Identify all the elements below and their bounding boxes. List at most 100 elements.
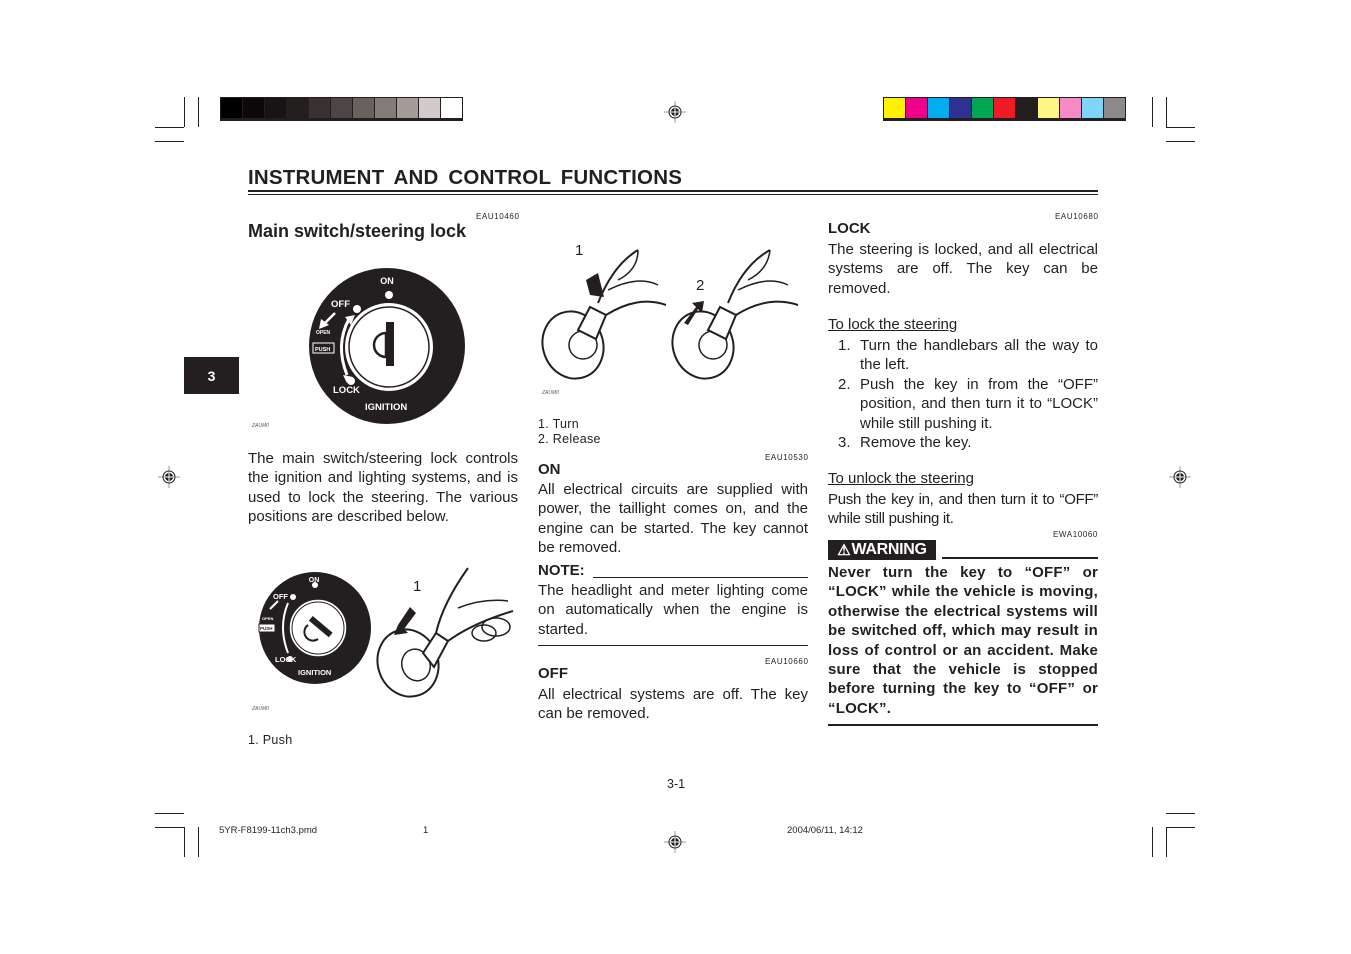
section-code: EAU10460 <box>476 212 520 221</box>
color-swatch <box>906 98 927 118</box>
warning-label: WARNING <box>851 541 927 558</box>
figure-caption: 1. Turn <box>538 417 580 431</box>
crop-mark <box>1166 141 1195 142</box>
crop-mark <box>155 127 184 128</box>
on-heading: ON <box>538 461 561 478</box>
list-item: 1. Turn the handlebars all the way to the… <box>828 336 1098 375</box>
warning-triangle-icon: ⚠ <box>837 542 851 559</box>
section-code: EWA10060 <box>1053 530 1098 539</box>
color-swatch <box>928 98 949 118</box>
crop-mark <box>1166 127 1195 128</box>
note-paragraph: The headlight and meter lighting come on… <box>538 582 808 638</box>
callout-number: 2 <box>696 277 704 294</box>
intro-paragraph: The main switch/steering lock controls t… <box>248 450 518 526</box>
step-number: 1. <box>838 337 851 354</box>
crop-mark <box>184 827 185 857</box>
step-text: Turn the handlebars all the way to the l… <box>860 337 1098 374</box>
lock-heading: LOCK <box>828 220 871 237</box>
section-heading: Main switch/steering lock <box>248 221 467 241</box>
to-lock-title: To lock the steering <box>828 316 958 333</box>
label-on: ON <box>309 577 320 584</box>
registration-target-icon <box>1169 466 1191 488</box>
label-off: OFF <box>331 299 350 310</box>
note-rule <box>593 577 808 578</box>
section-code: EAU10660 <box>765 657 809 666</box>
crop-mark <box>155 827 184 828</box>
color-swatch <box>1104 98 1125 118</box>
grayscale-swatch <box>243 98 264 118</box>
crop-mark <box>1152 827 1153 857</box>
ignition-switch-figure: ON OFF OPEN PUSH LOCK IGNITION <box>309 268 465 424</box>
callout-number: 1 <box>575 242 583 259</box>
ignition-push-figure: ON OFF OPEN PUSH LOCK IGNITION 1 <box>258 567 514 698</box>
grayscale-swatch <box>375 98 396 118</box>
grayscale-swatch <box>397 98 418 118</box>
step-text: Push the key in from the “OFF” position,… <box>860 375 1098 432</box>
figure-caption: 2. Release <box>538 432 601 446</box>
grayscale-swatch <box>353 98 374 118</box>
label-open: OPEN <box>262 616 273 621</box>
label-off: OFF <box>273 592 288 601</box>
warning-badge: ⚠ WARNING <box>828 540 936 560</box>
print-timestamp: 2004/06/11, 14:12 <box>787 825 863 836</box>
label-push: PUSH <box>315 347 330 353</box>
page-number: 3-1 <box>667 777 686 791</box>
to-unlock-title: To unlock the steering <box>828 470 974 487</box>
color-swatch <box>950 98 971 118</box>
lock-paragraph: The steering is locked, and all electric… <box>828 241 1098 297</box>
key-turn-release-figure: 1 2 <box>541 242 799 380</box>
note-label: NOTE: <box>538 562 585 579</box>
crop-mark <box>1166 827 1195 828</box>
crop-mark <box>1166 97 1167 127</box>
color-swatch <box>1060 98 1081 118</box>
page-title: INSTRUMENT AND CONTROL FUNCTIONS <box>248 166 683 189</box>
on-paragraph: All electrical circuits are supplied wit… <box>538 481 808 557</box>
warning-rule <box>828 724 1098 726</box>
grayscale-swatch <box>287 98 308 118</box>
figure-id: ZAUM0 <box>252 423 269 429</box>
grayscale-swatch <box>441 98 462 118</box>
figure-caption: 1. Push <box>248 733 293 747</box>
label-ignition: IGNITION <box>298 668 331 677</box>
lock-steps-list: 1. Turn the handlebars all the way to the… <box>828 336 1098 452</box>
crop-mark <box>184 97 185 127</box>
label-on: ON <box>380 276 394 286</box>
grayscale-swatch <box>309 98 330 118</box>
warning-paragraph: Never turn the key to “OFF” or “LOCK” wh… <box>828 564 1098 717</box>
registration-target-icon <box>664 101 686 123</box>
section-code: EAU10530 <box>765 453 809 462</box>
sheet-number: 1 <box>423 825 429 836</box>
step-number: 2. <box>838 375 851 393</box>
crop-mark <box>155 141 184 142</box>
grayscale-calibration-bar <box>220 97 463 121</box>
callout-number: 1 <box>413 578 421 595</box>
step-text: Remove the key. <box>860 434 972 452</box>
color-calibration-bar <box>883 97 1126 121</box>
grayscale-swatch <box>419 98 440 118</box>
crop-mark <box>1152 97 1153 127</box>
color-swatch <box>1038 98 1059 118</box>
list-item: 2. Push the key in from the “OFF” positio… <box>828 375 1098 433</box>
section-code: EAU10680 <box>1055 212 1099 221</box>
label-push: PUSH <box>260 626 273 631</box>
title-rule <box>248 194 1098 195</box>
figure-id: ZAUM0 <box>252 706 269 712</box>
figure-id: ZAUM0 <box>542 390 559 396</box>
registration-target-icon <box>158 466 180 488</box>
label-ignition: IGNITION <box>365 402 407 413</box>
color-swatch <box>1082 98 1103 118</box>
crop-mark <box>1166 813 1195 814</box>
label-lock: LOCK <box>275 655 297 664</box>
grayscale-swatch <box>221 98 242 118</box>
off-paragraph: All electrical systems are off. The key … <box>538 686 808 723</box>
color-swatch <box>884 98 905 118</box>
grayscale-swatch <box>265 98 286 118</box>
file-name: 5YR-F8199-11ch3.pmd <box>219 825 318 836</box>
off-heading: OFF <box>538 665 568 682</box>
color-swatch <box>994 98 1015 118</box>
grayscale-swatch <box>331 98 352 118</box>
title-rule <box>248 190 1098 192</box>
unlock-paragraph: Push the key in, and then turn it to “OF… <box>828 491 1098 528</box>
list-item: 3. Remove the key. <box>828 433 1098 452</box>
crop-mark <box>198 827 199 857</box>
